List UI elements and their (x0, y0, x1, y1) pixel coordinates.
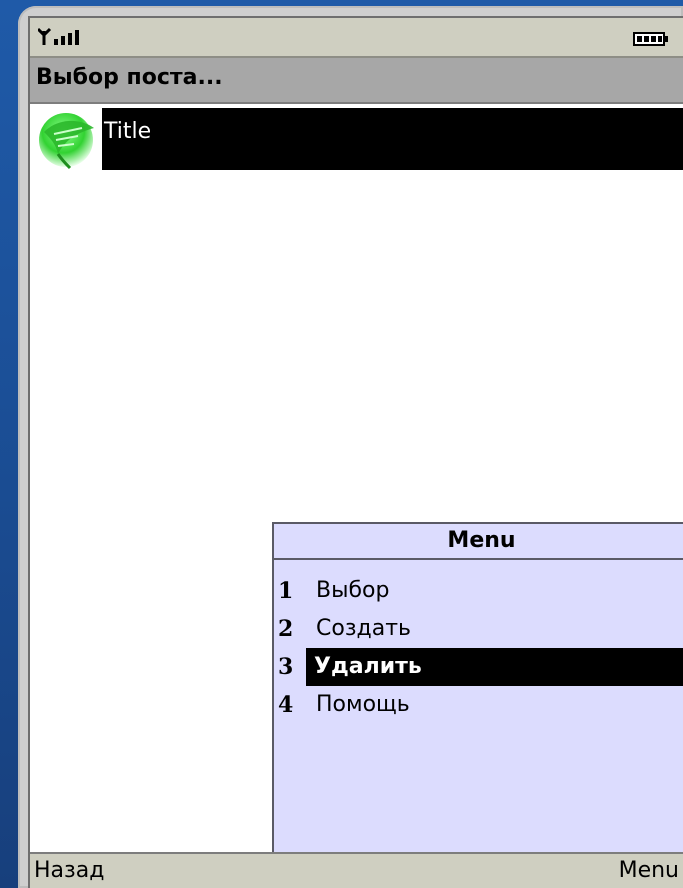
phone-screen: Выбор поста... Title Menu 1 Выбор 2 Созд… (28, 16, 683, 888)
menu-item-help[interactable]: 4 Помощь (274, 686, 683, 724)
menu-item-label: Помощь (316, 692, 410, 717)
back-softkey[interactable]: Назад (34, 858, 104, 883)
menu-item-label: Создать (316, 616, 411, 641)
softkey-bar: Назад Menu (30, 852, 683, 888)
title-bar: Выбор поста... (30, 58, 683, 104)
menu-item-label: Удалить (306, 648, 683, 686)
feather-icon (39, 113, 94, 170)
list-item[interactable]: Title (30, 104, 683, 174)
battery-icon (633, 32, 668, 46)
menu-item-delete[interactable]: 3 Удалить (274, 648, 683, 686)
menu-title: Menu (274, 524, 683, 560)
menu-softkey[interactable]: Menu (619, 858, 679, 883)
signal-icon (38, 27, 79, 45)
status-bar (30, 18, 683, 58)
menu-item-number: 4 (278, 692, 294, 718)
menu-item-number: 3 (278, 654, 294, 680)
options-menu: Menu 1 Выбор 2 Создать 3 Удалить 4 Помощ… (272, 522, 683, 858)
menu-item-number: 2 (278, 616, 294, 642)
page-title: Выбор поста... (36, 65, 223, 90)
menu-item-select[interactable]: 1 Выбор (274, 572, 683, 610)
list-item-label: Title (102, 108, 683, 170)
menu-item-label: Выбор (316, 578, 390, 603)
menu-item-create[interactable]: 2 Создать (274, 610, 683, 648)
phone-device: Выбор поста... Title Menu 1 Выбор 2 Созд… (18, 6, 683, 888)
menu-item-number: 1 (278, 578, 294, 604)
